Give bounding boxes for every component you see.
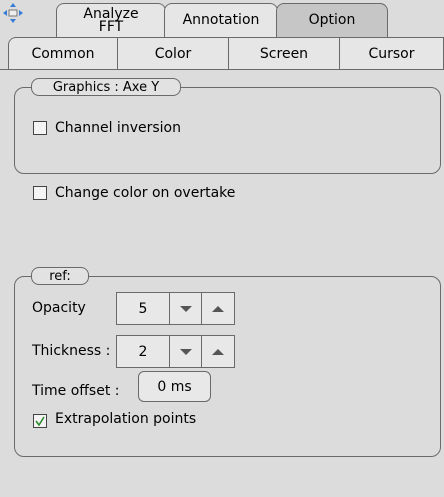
- subtab-common[interactable]: Common: [8, 37, 118, 70]
- tab-option-label: Option: [308, 12, 356, 28]
- time-offset-field[interactable]: 0 ms: [138, 371, 211, 402]
- arrow-up-icon: [212, 305, 224, 312]
- change-color-checkbox[interactable]: [33, 186, 47, 200]
- subtab-color[interactable]: Color: [117, 37, 229, 70]
- time-offset-label: Time offset :: [32, 383, 120, 399]
- arrow-down-icon: [179, 305, 192, 312]
- graphics-group-title: Graphics : Axe Y: [31, 78, 181, 96]
- arrow-down-icon: [179, 348, 192, 355]
- thickness-label: Thickness :: [32, 343, 111, 359]
- thickness-value[interactable]: 2: [116, 335, 170, 368]
- opacity-label: Opacity: [32, 300, 86, 316]
- thickness-increment-button[interactable]: [201, 335, 235, 368]
- tab-option[interactable]: Option: [276, 3, 388, 37]
- tab-annotation-label: Annotation: [182, 12, 260, 28]
- tab-analyze-fft-label: Analyze FFT: [83, 5, 139, 35]
- tab-annotation[interactable]: Annotation: [164, 3, 278, 37]
- move-handle-icon[interactable]: [2, 2, 24, 24]
- subtab-cursor[interactable]: Cursor: [339, 37, 444, 70]
- channel-inversion-checkbox[interactable]: [33, 121, 47, 135]
- opacity-increment-button[interactable]: [201, 292, 235, 325]
- subtab-screen[interactable]: Screen: [228, 37, 340, 70]
- ref-group-title: ref:: [31, 267, 89, 285]
- opacity-value[interactable]: 5: [116, 292, 170, 325]
- opacity-decrement-button[interactable]: [169, 292, 202, 325]
- arrow-up-icon: [212, 348, 224, 355]
- subtab-screen-label: Screen: [259, 46, 309, 62]
- subtab-cursor-label: Cursor: [368, 46, 415, 62]
- thickness-decrement-button[interactable]: [169, 335, 202, 368]
- channel-inversion-label: Channel inversion: [55, 120, 181, 136]
- checkmark-icon: [35, 416, 45, 427]
- tab-analyze-fft[interactable]: Analyze FFT: [56, 3, 166, 37]
- extrapolation-points-checkbox[interactable]: [33, 414, 47, 428]
- extrapolation-points-label: Extrapolation points: [55, 411, 197, 427]
- subtab-color-label: Color: [154, 46, 192, 62]
- subtab-common-label: Common: [31, 46, 95, 62]
- change-color-label: Change color on overtake: [55, 185, 236, 201]
